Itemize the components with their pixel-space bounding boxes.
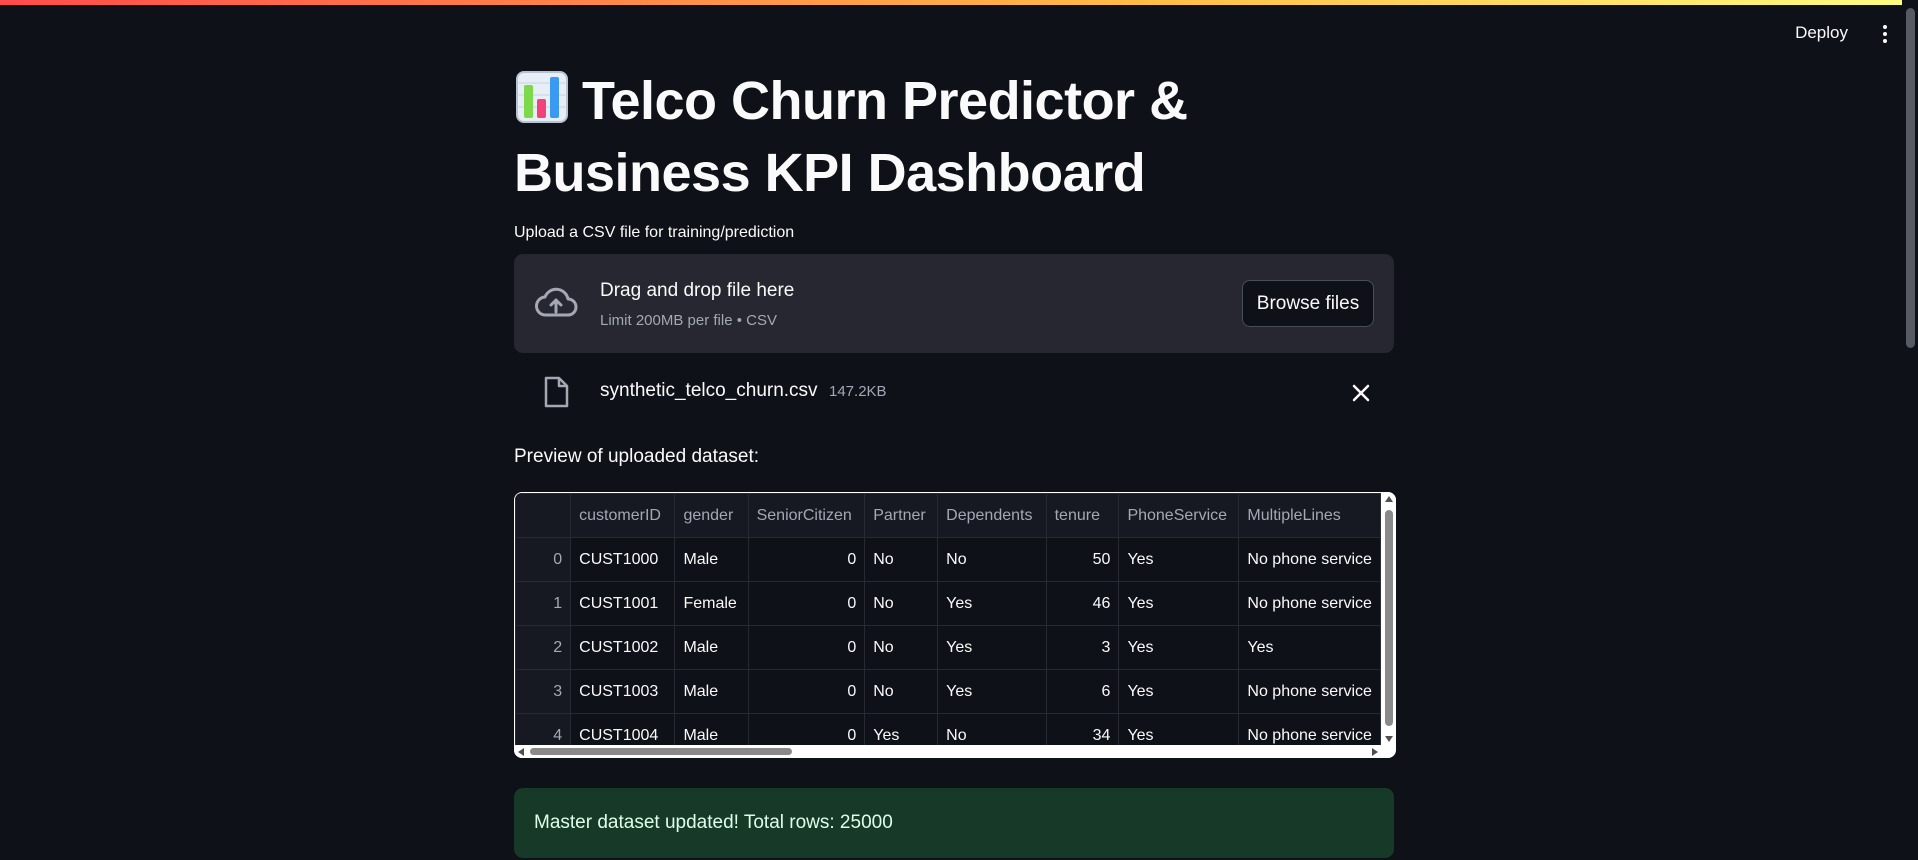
column-header[interactable]: Partner xyxy=(864,493,939,538)
table-vertical-scrollbar-thumb[interactable] xyxy=(1385,510,1393,726)
column-header[interactable]: SeniorCitizen xyxy=(747,493,866,538)
table-cell[interactable]: Yes xyxy=(864,713,939,745)
table-cell[interactable]: 0 xyxy=(747,625,866,670)
success-alert: Master dataset updated! Total rows: 2500… xyxy=(514,788,1394,858)
table-cell[interactable]: Yes xyxy=(937,581,1047,626)
file-icon xyxy=(542,376,570,408)
deploy-button[interactable]: Deploy xyxy=(1795,23,1848,43)
table-cell[interactable]: Male xyxy=(674,713,749,745)
page-scrollbar[interactable] xyxy=(1902,0,1918,860)
success-message: Master dataset updated! Total rows: 2500… xyxy=(534,812,893,833)
table-horizontal-scrollbar[interactable] xyxy=(514,745,1382,758)
uploaded-file-size: 147.2KB xyxy=(829,383,887,400)
dropzone-subtitle: Limit 200MB per file • CSV xyxy=(600,312,777,329)
table-header-row: customerID gender SeniorCitizen Partner … xyxy=(515,493,1381,538)
table-cell[interactable]: No xyxy=(864,537,939,582)
dataframe-preview[interactable]: customerID gender SeniorCitizen Partner … xyxy=(514,492,1396,758)
table-horizontal-scrollbar-thumb[interactable] xyxy=(530,748,792,755)
cloud-upload-icon xyxy=(534,285,578,321)
row-index: 3 xyxy=(515,669,572,714)
preview-label: Preview of uploaded dataset: xyxy=(514,446,760,467)
table-cell[interactable]: CUST1004 xyxy=(570,713,676,745)
row-index: 2 xyxy=(515,625,572,670)
row-index: 0 xyxy=(515,537,572,582)
table-cell[interactable]: 50 xyxy=(1045,537,1120,582)
close-icon[interactable] xyxy=(1350,382,1372,404)
table-cell[interactable]: CUST1001 xyxy=(570,581,676,626)
uploader-label: Upload a CSV file for training/predictio… xyxy=(514,224,795,241)
table-cell[interactable]: Yes xyxy=(937,669,1047,714)
scroll-left-arrow-icon[interactable] xyxy=(518,748,524,756)
bar-chart-icon xyxy=(514,69,570,140)
table-cell[interactable]: 6 xyxy=(1045,669,1120,714)
table-cell[interactable]: No xyxy=(864,625,939,670)
table-cell[interactable]: No phone service xyxy=(1238,537,1381,582)
table-cell[interactable]: No phone service xyxy=(1238,669,1381,714)
data-table: customerID gender SeniorCitizen Partner … xyxy=(515,493,1381,745)
table-cell[interactable]: Yes xyxy=(1118,581,1240,626)
table-cell[interactable]: No xyxy=(864,669,939,714)
table-cell[interactable]: Female xyxy=(674,581,749,626)
table-cell[interactable]: No phone service xyxy=(1238,581,1381,626)
main-menu-icon[interactable] xyxy=(1878,25,1892,47)
column-header[interactable]: tenure xyxy=(1045,493,1120,538)
browse-files-button[interactable]: Browse files xyxy=(1242,280,1374,327)
table-row: 4 CUST1004 Male 0 Yes No 34 Yes No phone… xyxy=(515,713,1381,745)
table-cell[interactable]: Yes xyxy=(1118,713,1240,745)
page-scrollbar-thumb[interactable] xyxy=(1906,8,1915,348)
table-cell[interactable]: Yes xyxy=(937,625,1047,670)
table-cell[interactable]: Yes xyxy=(1118,669,1240,714)
table-cell[interactable]: No phone service xyxy=(1238,713,1381,745)
table-cell[interactable]: No xyxy=(864,581,939,626)
table-vertical-scrollbar[interactable] xyxy=(1382,492,1396,746)
column-header[interactable] xyxy=(515,493,572,538)
table-cell[interactable]: 0 xyxy=(747,537,866,582)
page-title: Telco Churn Predictor & Business KPI Das… xyxy=(514,68,1274,206)
row-index: 1 xyxy=(515,581,572,626)
row-index: 4 xyxy=(515,713,572,745)
table-cell[interactable]: 3 xyxy=(1045,625,1120,670)
table-cell[interactable]: No xyxy=(937,537,1047,582)
table-cell[interactable]: 46 xyxy=(1045,581,1120,626)
file-dropzone[interactable]: Drag and drop file here Limit 200MB per … xyxy=(514,254,1394,353)
page-title-text: Telco Churn Predictor & Business KPI Das… xyxy=(514,71,1188,203)
scroll-up-arrow-icon[interactable] xyxy=(1385,496,1393,502)
table-row: 2 CUST1002 Male 0 No Yes 3 Yes Yes xyxy=(515,625,1381,670)
table-row: 0 CUST1000 Male 0 No No 50 Yes No phone … xyxy=(515,537,1381,582)
column-header[interactable]: Dependents xyxy=(937,493,1047,538)
uploaded-file-name: synthetic_telco_churn.csv xyxy=(600,380,818,401)
dataframe-grid[interactable]: customerID gender SeniorCitizen Partner … xyxy=(515,493,1381,745)
table-cell[interactable]: 0 xyxy=(747,669,866,714)
table-cell[interactable]: Yes xyxy=(1118,625,1240,670)
table-cell[interactable]: Male xyxy=(674,625,749,670)
table-cell[interactable]: Male xyxy=(674,669,749,714)
uploaded-file-row: synthetic_telco_churn.csv 147.2KB xyxy=(514,372,1394,412)
top-toolbar: Deploy xyxy=(0,5,1918,61)
table-cell[interactable]: 34 xyxy=(1045,713,1120,745)
column-header[interactable]: customerID xyxy=(570,493,676,538)
column-header[interactable]: PhoneService xyxy=(1118,493,1240,538)
scroll-right-arrow-icon[interactable] xyxy=(1372,748,1378,756)
column-header[interactable]: MultipleLines xyxy=(1238,493,1381,538)
table-row: 1 CUST1001 Female 0 No Yes 46 Yes No pho… xyxy=(515,581,1381,626)
table-cell[interactable]: CUST1002 xyxy=(570,625,676,670)
table-cell[interactable]: 0 xyxy=(747,581,866,626)
column-header[interactable]: gender xyxy=(674,493,749,538)
scroll-down-arrow-icon[interactable] xyxy=(1385,736,1393,742)
table-cell[interactable]: CUST1000 xyxy=(570,537,676,582)
table-cell[interactable]: No xyxy=(937,713,1047,745)
table-cell[interactable]: Yes xyxy=(1238,625,1381,670)
table-cell[interactable]: Male xyxy=(674,537,749,582)
table-cell[interactable]: CUST1003 xyxy=(570,669,676,714)
table-cell[interactable]: 0 xyxy=(747,713,866,745)
table-cell[interactable]: Yes xyxy=(1118,537,1240,582)
table-row: 3 CUST1003 Male 0 No Yes 6 Yes No phone … xyxy=(515,669,1381,714)
dropzone-title: Drag and drop file here xyxy=(600,280,795,301)
